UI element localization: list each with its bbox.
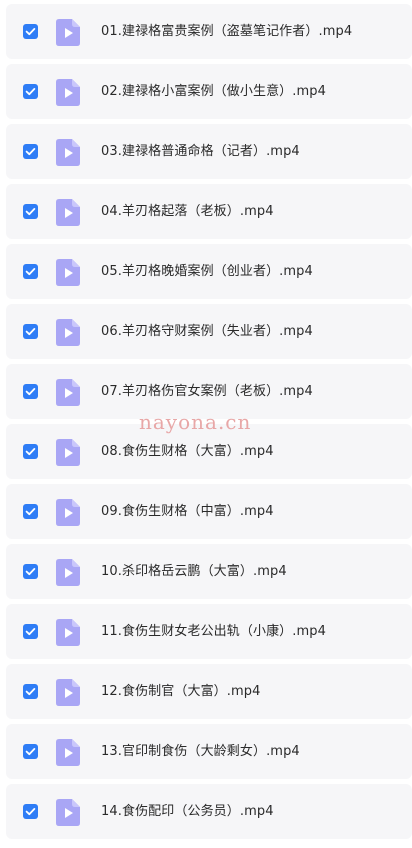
video-file-icon — [56, 139, 80, 166]
file-name: 05.羊刃格晚婚案例（创业者）.mp4 — [101, 264, 313, 279]
file-row[interactable]: 14.食伤配印（公务员）.mp4 — [6, 784, 412, 839]
file-checkbox[interactable] — [23, 504, 38, 519]
file-name: 01.建禄格富贵案例（盗墓笔记作者）.mp4 — [101, 24, 353, 39]
file-row[interactable]: 09.食伤生财格（中富）.mp4 — [6, 484, 412, 539]
file-checkbox[interactable] — [23, 684, 38, 699]
file-checkbox[interactable] — [23, 624, 38, 639]
file-name: 09.食伤生财格（中富）.mp4 — [101, 504, 274, 519]
file-checkbox[interactable] — [23, 84, 38, 99]
file-name: 10.杀印格岳云鹏（大富）.mp4 — [101, 564, 287, 579]
file-name: 04.羊刃格起落（老板）.mp4 — [101, 204, 274, 219]
file-name: 13.官印制食伤（大龄剩女）.mp4 — [101, 744, 300, 759]
video-file-icon — [56, 619, 80, 646]
file-name: 03.建禄格普通命格（记者）.mp4 — [101, 144, 300, 159]
file-row[interactable]: 07.羊刃格伤官女案例（老板）.mp4 — [6, 364, 412, 419]
file-row[interactable]: 08.食伤生财格（大富）.mp4 — [6, 424, 412, 479]
file-row[interactable]: 05.羊刃格晚婚案例（创业者）.mp4 — [6, 244, 412, 299]
file-checkbox[interactable] — [23, 564, 38, 579]
checkmark-icon — [25, 208, 36, 216]
file-name: 11.食伤生财女老公出轨（小康）.mp4 — [101, 624, 326, 639]
video-file-icon — [56, 499, 80, 526]
file-name: 14.食伤配印（公务员）.mp4 — [101, 804, 274, 819]
checkmark-icon — [25, 28, 36, 36]
checkmark-icon — [25, 628, 36, 636]
file-checkbox[interactable] — [23, 444, 38, 459]
file-checkbox[interactable] — [23, 264, 38, 279]
file-row[interactable]: 04.羊刃格起落（老板）.mp4 — [6, 184, 412, 239]
video-file-icon — [56, 559, 80, 586]
checkmark-icon — [25, 268, 36, 276]
video-file-icon — [56, 259, 80, 286]
video-file-icon — [56, 379, 80, 406]
file-checkbox[interactable] — [23, 324, 38, 339]
checkmark-icon — [25, 328, 36, 336]
video-file-icon — [56, 319, 80, 346]
checkmark-icon — [25, 808, 36, 816]
file-checkbox[interactable] — [23, 24, 38, 39]
file-row[interactable]: 13.官印制食伤（大龄剩女）.mp4 — [6, 724, 412, 779]
file-row[interactable]: 12.食伤制官（大富）.mp4 — [6, 664, 412, 719]
file-row[interactable]: 02.建禄格小富案例（做小生意）.mp4 — [6, 64, 412, 119]
file-checkbox[interactable] — [23, 744, 38, 759]
video-file-icon — [56, 439, 80, 466]
file-name: 12.食伤制官（大富）.mp4 — [101, 684, 261, 699]
checkmark-icon — [25, 748, 36, 756]
file-name: 07.羊刃格伤官女案例（老板）.mp4 — [101, 384, 313, 399]
file-row[interactable]: 10.杀印格岳云鹏（大富）.mp4 — [6, 544, 412, 599]
file-row[interactable]: 01.建禄格富贵案例（盗墓笔记作者）.mp4 — [6, 4, 412, 59]
file-checkbox[interactable] — [23, 384, 38, 399]
file-row[interactable]: 03.建禄格普通命格（记者）.mp4 — [6, 124, 412, 179]
file-row[interactable]: 06.羊刃格守财案例（失业者）.mp4 — [6, 304, 412, 359]
video-file-icon — [56, 799, 80, 826]
video-file-icon — [56, 199, 80, 226]
checkmark-icon — [25, 88, 36, 96]
checkmark-icon — [25, 568, 36, 576]
checkmark-icon — [25, 688, 36, 696]
file-name: 06.羊刃格守财案例（失业者）.mp4 — [101, 324, 313, 339]
checkmark-icon — [25, 508, 36, 516]
video-file-icon — [56, 739, 80, 766]
file-checkbox[interactable] — [23, 804, 38, 819]
file-checkbox[interactable] — [23, 204, 38, 219]
file-list: 01.建禄格富贵案例（盗墓笔记作者）.mp4 02.建禄格小富案例（做小生意）.m… — [0, 0, 412, 848]
checkmark-icon — [25, 148, 36, 156]
video-file-icon — [56, 679, 80, 706]
file-name: 08.食伤生财格（大富）.mp4 — [101, 444, 274, 459]
checkmark-icon — [25, 388, 36, 396]
video-file-icon — [56, 19, 80, 46]
file-checkbox[interactable] — [23, 144, 38, 159]
video-file-icon — [56, 79, 80, 106]
checkmark-icon — [25, 448, 36, 456]
file-row[interactable]: 11.食伤生财女老公出轨（小康）.mp4 — [6, 604, 412, 659]
file-name: 02.建禄格小富案例（做小生意）.mp4 — [101, 84, 326, 99]
